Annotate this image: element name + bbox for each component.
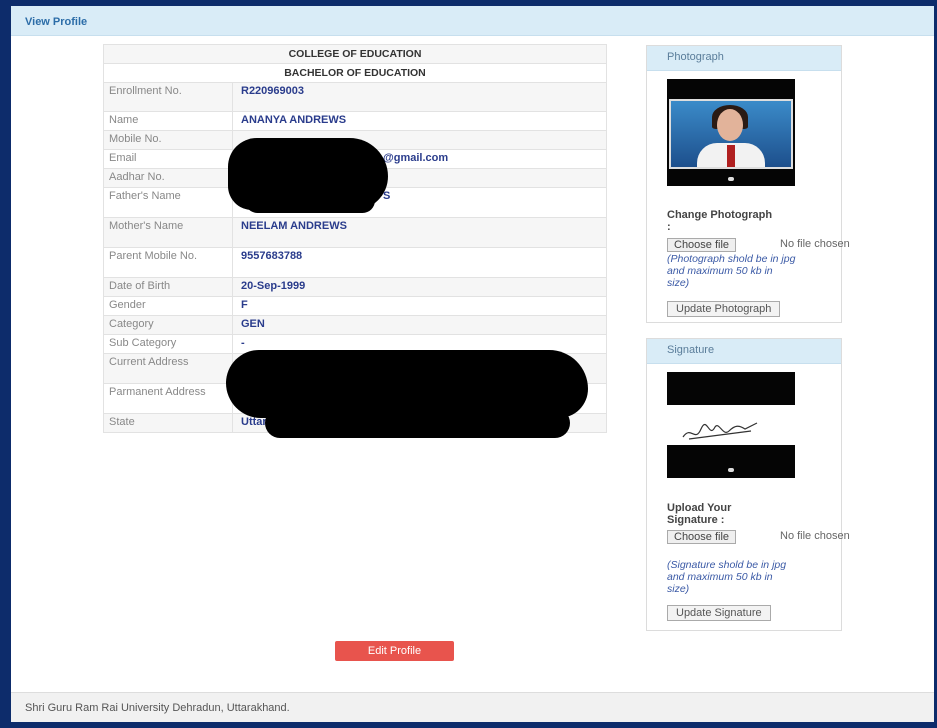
page-header: View Profile [11,6,934,36]
profile-field-label: Sub Category [103,334,233,354]
choose-photo-file-button[interactable]: Choose file [667,238,737,252]
update-signature-button[interactable]: Update Signature [667,605,771,621]
signature-top-bar [667,372,795,405]
signature-panel-title: Signature [647,339,841,364]
page-title: View Profile [25,16,88,28]
profile-field-label: Email [103,149,233,169]
footer-text: Shri Guru Ram Rai University Dehradun, U… [25,702,290,714]
profile-field-label: Category [103,315,233,335]
profile-field-value: R220969003 [232,82,607,112]
footer: Shri Guru Ram Rai University Dehradun, U… [11,692,934,722]
signature-bottom-bar [667,445,795,478]
change-photograph-label: Change Photograph : [667,209,773,233]
profile-field-value: GEN [232,315,607,335]
photo-no-file-text: No file chosen [780,238,850,250]
signature-image [682,422,758,440]
redaction-mark [245,188,375,213]
profile-row: Name ANANYA ANDREWS [103,111,607,131]
profile-field-label: Enrollment No. [103,82,233,112]
signature-hint: (Signature shold be in jpg and maximum 5… [667,559,787,595]
photograph-hint: (Photograph shold be in jpg and maximum … [667,253,796,289]
profile-row: Date of Birth 20-Sep-1999 [103,277,607,297]
profile-field-label: Gender [103,296,233,316]
profile-row: Parent Mobile No. 9557683788 [103,247,607,278]
profile-field-label: Name [103,111,233,131]
profile-field-label: Current Address [103,353,233,384]
profile-field-value: NEELAM ANDREWS [232,217,607,248]
profile-row: Enrollment No. R220969003 [103,82,607,112]
photograph-panel-title: Photograph [647,46,841,71]
profile-field-label: Father's Name [103,187,233,218]
profile-photo [669,99,793,169]
profile-field-label: Date of Birth [103,277,233,297]
profile-field-label: Mobile No. [103,130,233,150]
profile-field-label: Mother's Name [103,217,233,248]
profile-row: Category GEN [103,315,607,335]
profile-field-label: Parent Mobile No. [103,247,233,278]
profile-field-label: Aadhar No. [103,168,233,188]
profile-field-label: State [103,413,233,433]
profile-field-value: 9557683788 [232,247,607,278]
edit-profile-button[interactable]: Edit Profile [335,641,454,661]
choose-signature-file-button[interactable]: Choose file [667,530,737,544]
profile-field-value: ANANYA ANDREWS [232,111,607,131]
photo-indicator [728,177,734,181]
signature-no-file-text: No file chosen [780,530,850,542]
update-photograph-button[interactable]: Update Photograph [667,301,781,317]
upload-signature-label: Upload Your Signature : [667,502,732,526]
signature-panel: Signature Upload Your Signature : Choose… [646,338,850,631]
photograph-panel: Photograph Change Photograph : Choose fi… [646,45,850,323]
profile-row: Mother's Name NEELAM ANDREWS [103,217,607,248]
course-heading: BACHELOR OF EDUCATION [103,63,607,83]
profile-row: Gender F [103,296,607,316]
college-heading: COLLEGE OF EDUCATION [103,44,607,64]
redaction-mark [265,408,570,438]
signature-indicator [728,468,734,472]
profile-field-value: 20-Sep-1999 [232,277,607,297]
profile-field-label: Parmanent Address [103,383,233,414]
profile-field-value: F [232,296,607,316]
